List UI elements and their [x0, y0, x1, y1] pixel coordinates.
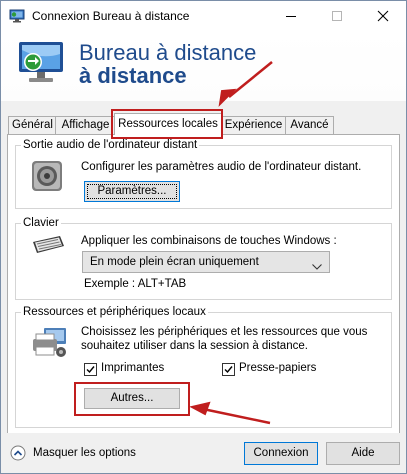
checkmark-icon — [224, 366, 233, 374]
keyboard-group-legend: Clavier — [23, 217, 59, 229]
banner-title-line2: à distance — [79, 63, 187, 88]
audio-group-legend: Sortie audio de l'ordinateur distant — [23, 139, 198, 151]
focus-rectangle — [87, 184, 177, 199]
printers-checkbox[interactable] — [84, 363, 97, 376]
local-devices-group-legend: Ressources et périphériques locaux — [23, 306, 206, 318]
remote-desktop-window: Connexion Bureau à distance Bureau à dis… — [0, 0, 407, 474]
tab-general[interactable]: Général — [8, 116, 57, 134]
checkmark-icon — [86, 366, 95, 374]
local-devices-description-line1: Choisissez les périphériques et les ress… — [81, 326, 368, 338]
connect-button-label: Connexion — [253, 447, 309, 459]
tab-experience[interactable]: Expérience — [220, 116, 287, 134]
annotation-highlight-tab — [111, 109, 223, 139]
bottom-bar: Masquer les options Connexion Aide — [1, 433, 406, 473]
remote-desktop-icon — [9, 8, 25, 24]
speaker-icon — [30, 159, 64, 196]
audio-settings-button[interactable]: Paramètres... — [84, 181, 180, 202]
banner: Bureau à distance à distance — [1, 31, 406, 101]
hide-options-link[interactable]: Masquer les options — [33, 447, 136, 459]
keyboard-icon — [30, 233, 66, 260]
local-devices-description-line2: souhaitez utiliser dans la session à dis… — [81, 340, 308, 352]
tab-advanced[interactable]: Avancé — [285, 116, 334, 134]
clipboard-checkbox[interactable] — [222, 363, 235, 376]
help-button[interactable]: Aide — [326, 442, 400, 465]
printers-label[interactable]: Imprimantes — [101, 362, 164, 374]
clipboard-label[interactable]: Presse-papiers — [239, 362, 316, 374]
local-devices-group: Ressources et périphériques locaux — [15, 306, 392, 428]
audio-group: Sortie audio de l'ordinateur distant — [15, 139, 392, 209]
windows-keys-select[interactable]: En mode plein écran uniquement — [82, 251, 330, 273]
audio-description: Configurer les paramètres audio de l'ord… — [81, 161, 362, 173]
windows-keys-selected-value: En mode plein écran uniquement — [90, 256, 259, 268]
keyboard-example: Exemple : ALT+TAB — [84, 278, 187, 290]
window-title: Connexion Bureau à distance — [32, 9, 190, 23]
devices-icon — [30, 325, 70, 362]
keyboard-description: Appliquer les combinaisons de touches Wi… — [81, 235, 337, 247]
maximize-button[interactable] — [314, 1, 360, 31]
remote-desktop-logo-icon — [15, 36, 67, 91]
chevron-down-icon — [312, 259, 322, 273]
collapse-options-icon[interactable] — [10, 445, 26, 464]
local-resources-panel: Sortie audio de l'ordinateur distant Con… — [7, 134, 400, 435]
tab-display[interactable]: Affichage — [55, 116, 116, 134]
annotation-highlight-more-button — [74, 382, 190, 416]
title-bar: Connexion Bureau à distance — [1, 1, 406, 31]
connect-button[interactable]: Connexion — [244, 442, 318, 465]
close-button[interactable] — [360, 1, 406, 31]
minimize-button[interactable] — [268, 1, 314, 31]
